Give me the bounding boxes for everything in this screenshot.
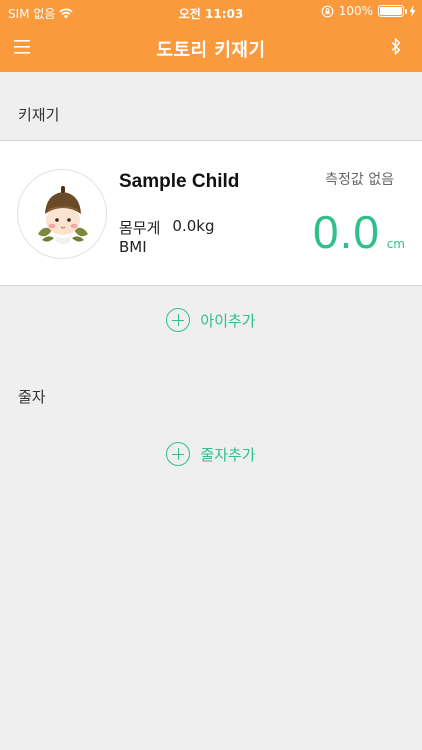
avatar[interactable] — [17, 169, 107, 259]
add-tape-label: 줄자추가 — [200, 445, 256, 464]
status-bar: SIM 없음 오전 11:03 100% — [0, 0, 422, 24]
height-value: 0.0 — [313, 206, 380, 258]
weight-label: 몸무게 — [119, 219, 161, 237]
section-header-height-meter: 키재기 — [18, 106, 60, 124]
plus-circle-icon — [166, 442, 191, 466]
child-name: Sample Child — [119, 171, 240, 192]
child-card[interactable]: Sample Child 몸무게 0.0kg BMI 측정값 없음 0.0 cm — [0, 140, 422, 286]
battery-icon — [378, 5, 407, 17]
add-child-button[interactable]: 아이추가 — [0, 305, 422, 335]
measurement-status: 측정값 없음 — [325, 172, 394, 188]
rotation-lock-icon — [321, 5, 334, 17]
bluetooth-icon — [391, 38, 401, 55]
acorn-child-icon — [38, 186, 88, 244]
weight-row: 몸무게 0.0kg — [119, 217, 214, 238]
section-header-tape: 줄자 — [18, 388, 46, 406]
navigation-bar: 도토리 키재기 — [0, 24, 422, 72]
charging-icon — [409, 5, 416, 17]
top-bar: SIM 없음 오전 11:03 100% 도토리 키재기 — [0, 0, 422, 72]
add-tape-button[interactable]: 줄자추가 — [0, 439, 422, 469]
weight-value: 0.0kg — [172, 217, 215, 235]
battery-percent: 100% — [338, 4, 373, 18]
plus-circle-icon — [166, 308, 191, 332]
page-title: 도토리 키재기 — [156, 40, 266, 61]
bluetooth-button[interactable] — [388, 36, 404, 58]
status-right: 100% — [321, 4, 416, 18]
height-unit: cm — [386, 237, 405, 251]
bmi-label: BMI — [119, 238, 147, 256]
add-child-label: 아이추가 — [200, 311, 256, 330]
